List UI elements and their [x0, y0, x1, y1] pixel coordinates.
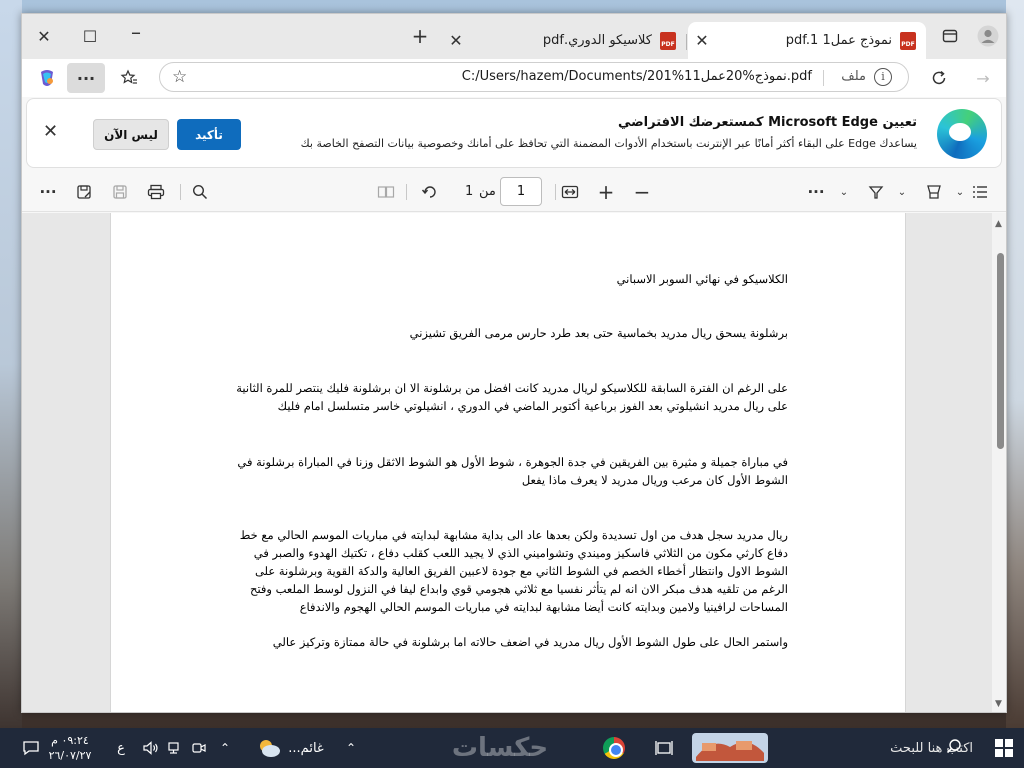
- document-title: الكلاسيكو في نهائي السوبر الاسباني: [616, 272, 788, 286]
- taskbar: ٠٩:٢٤ م ٢٦/٠٧/٢٧ ع ⌃ غائم... ⌃ حكسات اكت…: [0, 728, 1024, 768]
- desktop-edge-left: [0, 0, 22, 728]
- minimize-button[interactable]: –: [118, 18, 154, 46]
- info-icon[interactable]: i: [874, 68, 892, 86]
- tray-expand-icon[interactable]: ⌃: [214, 728, 236, 768]
- weather-text: غائم...: [288, 740, 324, 756]
- chevron-down-icon[interactable]: ⌄: [888, 178, 916, 206]
- draw-icon[interactable]: [862, 178, 890, 206]
- desktop-edge-right: [1006, 0, 1024, 728]
- page-view-icon[interactable]: [372, 178, 400, 206]
- forward-arrow-icon[interactable]: →: [966, 63, 1000, 93]
- taskbar-search-icon: [946, 739, 961, 754]
- maximize-button[interactable]: ☐: [72, 22, 108, 50]
- pdf-page: الكلاسيكو في نهائي السوبر الاسباني برشلو…: [110, 213, 906, 712]
- scrollbar-thumb[interactable]: [997, 253, 1004, 449]
- chevron-up-down-icon[interactable]: ⌃: [340, 728, 362, 768]
- tab-close-icon[interactable]: ✕: [442, 31, 470, 50]
- notice-body: يساعدك Edge على البقاء أكثر أمانًا عبر ا…: [300, 137, 917, 150]
- search-icon[interactable]: [186, 178, 214, 206]
- address-separator: [823, 70, 824, 86]
- tab-classico[interactable]: ✕ كلاسيكو الدوري.pdf PDF: [442, 22, 686, 59]
- toolbar-separator: [406, 184, 407, 200]
- document-paragraph: ريال مدريد سجل هدف من اول تسديدة ولكن بع…: [239, 528, 788, 614]
- address-file-label: ملف: [841, 69, 866, 84]
- more-options-button[interactable]: ···: [67, 63, 105, 93]
- favorite-star-icon[interactable]: ☆: [172, 67, 187, 87]
- notice-title: تعيين Microsoft Edge كمستعرضك الافتراضي: [617, 115, 917, 130]
- search-highlight-banner[interactable]: [690, 728, 770, 768]
- document-paragraph: واستمر الحال على طول الشوط الأول ريال مد…: [272, 635, 788, 649]
- chevron-down-icon[interactable]: ⌄: [830, 178, 858, 206]
- tab-label: كلاسيكو الدوري.pdf: [542, 33, 652, 48]
- contents-icon[interactable]: [966, 178, 994, 206]
- tab-close-icon[interactable]: ✕: [688, 31, 716, 50]
- pdf-file-icon: PDF: [660, 31, 676, 50]
- navigation-bar: ··· ☆ C:/Users/hazem/Documents/201%1نموذ…: [22, 59, 1006, 97]
- pdf-file-icon: PDF: [900, 31, 916, 50]
- save-as-icon[interactable]: [70, 178, 98, 206]
- pdf-toolbar: ··· 1 من 1 + − ··· ⌄ ⌄ ⌄: [22, 172, 1006, 212]
- start-button[interactable]: [985, 728, 1023, 768]
- input-language[interactable]: ع: [110, 728, 132, 768]
- zoom-in-icon[interactable]: +: [592, 178, 620, 206]
- zoom-out-icon[interactable]: −: [628, 178, 656, 206]
- close-window-button[interactable]: ✕: [26, 22, 62, 50]
- task-view-icon[interactable]: [648, 728, 680, 768]
- default-browser-notice: ✕ ليس الآن تأكيد تعيين Microsoft Edge كم…: [26, 98, 1002, 168]
- windows-logo-icon: [995, 739, 1013, 757]
- vertical-scrollbar[interactable]: ▲ ▼: [992, 213, 1006, 712]
- address-bar[interactable]: ☆ C:/Users/hazem/Documents/201%1نموذج%20…: [159, 62, 909, 92]
- notice-close-icon[interactable]: ✕: [43, 121, 58, 142]
- system-clock[interactable]: ٠٩:٢٤ م ٢٦/٠٧/٢٧: [30, 728, 110, 768]
- title-bar: ✕ ☐ – + ✕ كلاسيكو الدوري.pdf PDF ✕ نموذج…: [22, 14, 1006, 59]
- weather-cloud-icon: [260, 740, 281, 757]
- tab-actions-icon[interactable]: [932, 22, 968, 50]
- edge-logo-icon: [937, 109, 987, 159]
- meet-icon[interactable]: [188, 728, 210, 768]
- browser-window: ✕ ☐ – + ✕ كلاسيكو الدوري.pdf PDF ✕ نموذج…: [21, 13, 1007, 713]
- chrome-icon[interactable]: [598, 728, 630, 768]
- document-paragraph: على الرغم ان الفترة السابقة للكلاسيكو لر…: [236, 381, 788, 413]
- rotate-icon[interactable]: [416, 178, 444, 206]
- refresh-icon[interactable]: [922, 63, 956, 93]
- page-of-label: من: [479, 184, 496, 199]
- clock-date: ٢٦/٠٧/٢٧: [48, 749, 92, 762]
- watermark-text: حكسات: [451, 733, 549, 763]
- copilot-icon[interactable]: [30, 63, 64, 93]
- fit-width-icon[interactable]: [556, 178, 584, 206]
- volume-icon[interactable]: [140, 728, 162, 768]
- scroll-down-icon[interactable]: ▼: [995, 699, 1002, 709]
- tab-label: نموذج عمل1 pdf.1: [785, 33, 892, 48]
- pdf-viewer[interactable]: الكلاسيكو في نهائي السوبر الاسباني برشلو…: [22, 213, 1006, 712]
- tab-separator: [686, 34, 687, 50]
- print-icon[interactable]: [142, 178, 170, 206]
- confirm-button[interactable]: تأكيد: [177, 119, 241, 150]
- highlight-icon[interactable]: [920, 178, 948, 206]
- page-number-input[interactable]: 1: [500, 177, 542, 206]
- scroll-up-icon[interactable]: ▲: [995, 219, 1002, 229]
- toolbar-separator: [180, 184, 181, 200]
- weather-widget[interactable]: غائم...: [250, 728, 330, 768]
- not-now-button[interactable]: ليس الآن: [93, 119, 169, 150]
- draw-more-icon[interactable]: ···: [802, 178, 830, 206]
- network-icon[interactable]: [164, 728, 186, 768]
- document-paragraph: برشلونة يسحق ريال مدريد بخماسية حتى بعد …: [409, 326, 788, 340]
- clock-time: ٠٩:٢٤ م: [51, 734, 89, 747]
- tab-active-document[interactable]: ✕ نموذج عمل1 pdf.1 PDF: [688, 22, 926, 59]
- profile-avatar[interactable]: [970, 22, 1006, 50]
- address-url: C:/Users/hazem/Documents/201%1نموذج%20عم…: [461, 69, 812, 84]
- new-tab-button[interactable]: +: [402, 22, 438, 50]
- save-icon[interactable]: [106, 178, 134, 206]
- favorites-icon[interactable]: [112, 63, 146, 93]
- page-total: 1: [465, 184, 474, 199]
- document-paragraph: في مباراة جميلة و مثيرة بين الفريقين في …: [237, 455, 788, 487]
- pdf-more-icon[interactable]: ···: [34, 178, 62, 206]
